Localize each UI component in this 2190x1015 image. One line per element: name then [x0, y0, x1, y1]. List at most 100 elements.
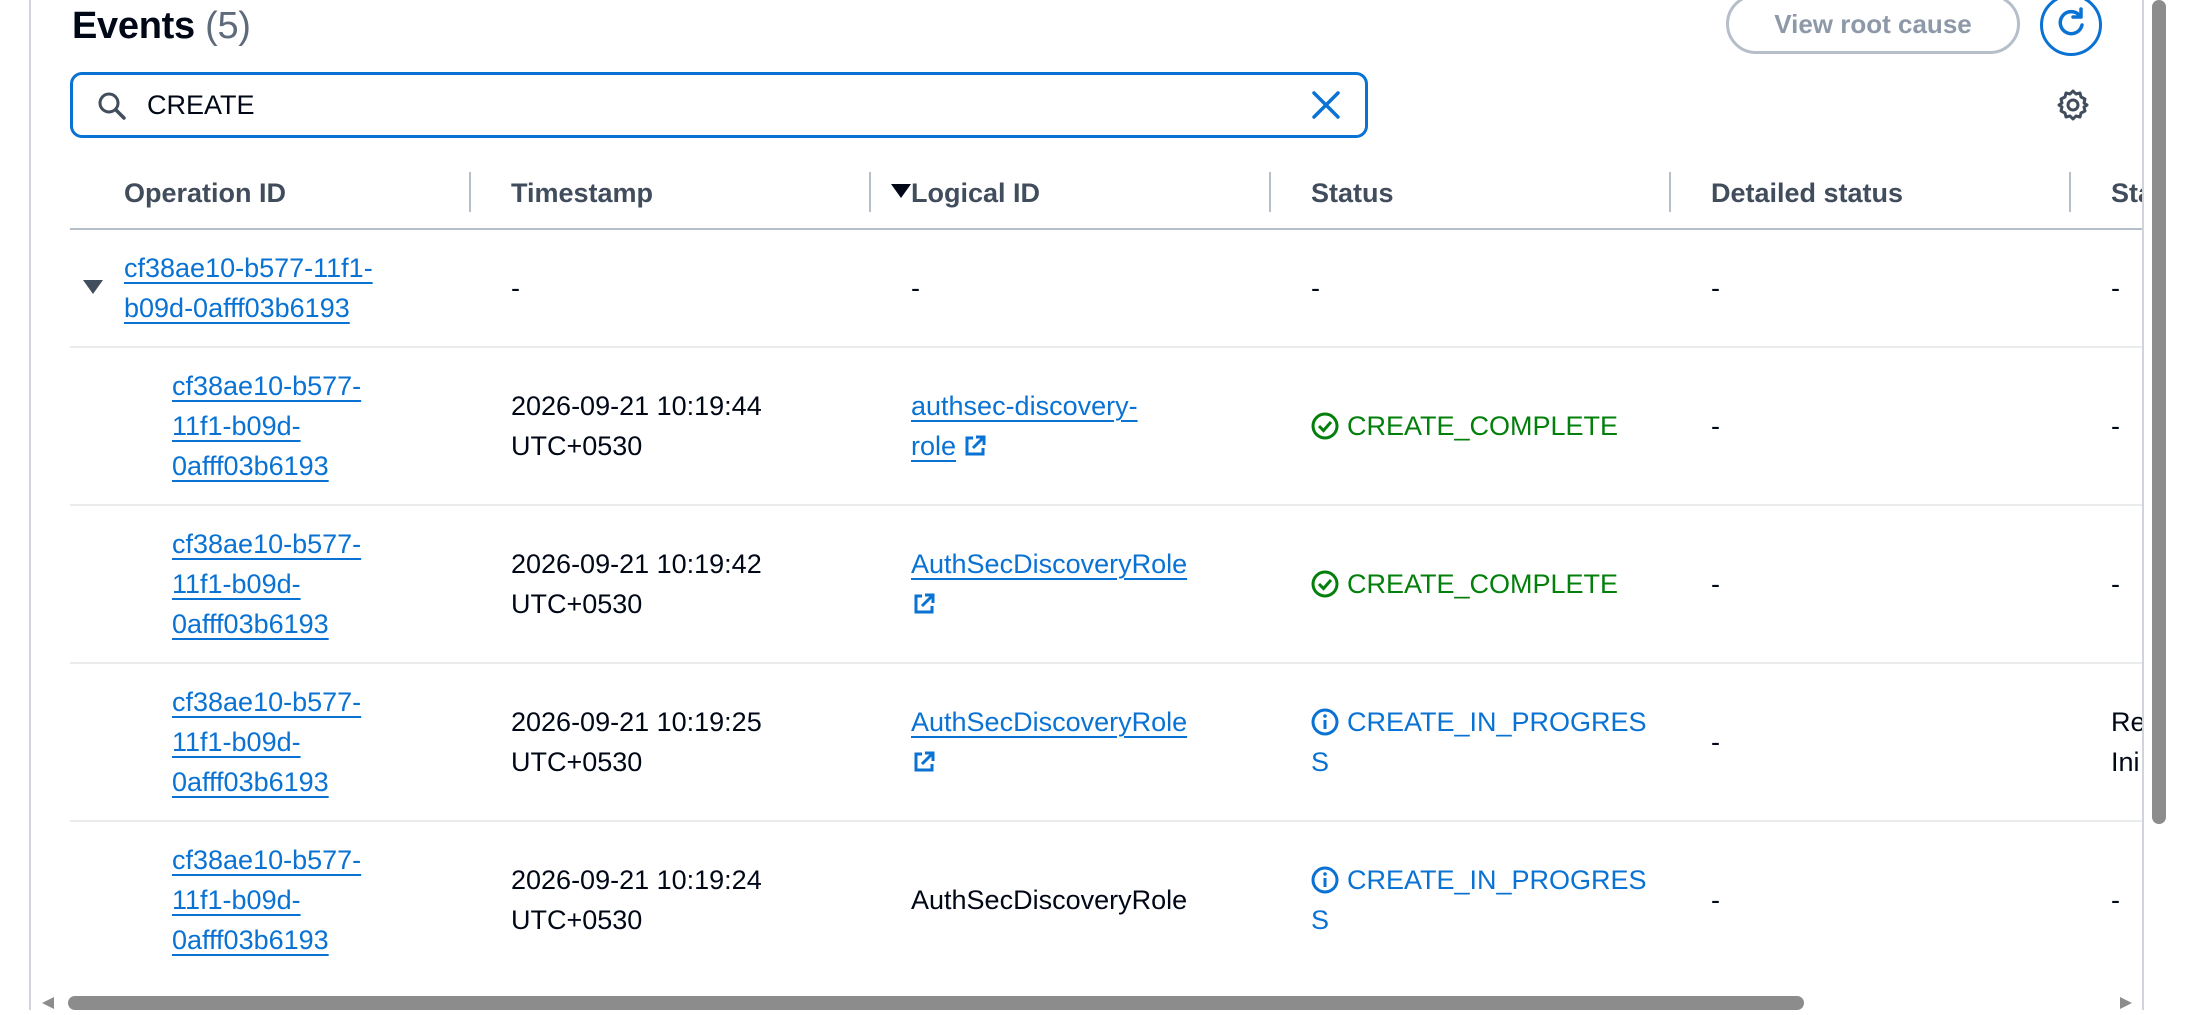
operation-id-link[interactable]: cf38ae10-b577-11f1-b09d-0afff03b6193 — [124, 253, 373, 323]
scroll-right-arrow-icon[interactable] — [2118, 996, 2134, 1015]
status-info-icon — [1311, 702, 1339, 747]
operation-id-link[interactable]: cf38ae10-b577- 11f1-b09d- 0afff03b6193 — [172, 845, 361, 955]
status-reason-cell: - — [2111, 273, 2120, 303]
operation-id-line: 0afff03b6193 — [172, 609, 329, 639]
table-row: cf38ae10-b577- 11f1-b09d- 0afff03b6193 202… — [70, 506, 2142, 664]
logical-id-link[interactable]: AuthSecDiscoveryRole — [911, 549, 1187, 579]
external-link-icon[interactable] — [911, 588, 937, 628]
panel-left-border — [29, 0, 31, 1010]
status-text-line: CREATE_IN_PROGRES — [1347, 865, 1647, 895]
operation-id-link[interactable]: cf38ae10-b577- 11f1-b09d- 0afff03b6193 — [172, 687, 361, 797]
external-link-icon[interactable] — [962, 430, 988, 470]
operation-id-link[interactable]: cf38ae10-b577-11f1-b09d-0afff03b6193 — [172, 529, 361, 639]
detailed-status-cell: - — [1711, 569, 1720, 599]
table-row: cf38ae10-b577- 11f1-b09d- 0afff03b6193 202… — [70, 822, 2142, 978]
timestamp-date: 2026-09-21 10:19:44 — [511, 391, 762, 421]
operation-id-line: cf38ae10-b577- — [172, 687, 362, 717]
operation-id-line: cf38ae10-b577- — [172, 529, 362, 559]
detailed-status-cell: - — [1711, 885, 1720, 915]
column-header-logical-id[interactable]: Logical ID — [911, 176, 1040, 210]
search-value: CREATE — [147, 90, 255, 120]
operation-id-line: cf38ae10-b577- — [172, 845, 362, 875]
search-icon — [95, 89, 129, 128]
caret-down-icon[interactable] — [82, 278, 104, 301]
status-cell: - — [1311, 273, 1320, 303]
column-header-status-reason[interactable]: Sta — [2111, 176, 2142, 210]
operation-id-line: 0afff03b6193 — [172, 767, 329, 797]
status-success-icon — [1311, 406, 1339, 451]
status-cell: CREATE_IN_PROGRES S — [1311, 860, 1647, 940]
refresh-button[interactable] — [2040, 0, 2102, 56]
operation-id-line: 11f1-b09d- — [172, 411, 301, 441]
table-row: cf38ae10-b577- 11f1-b09d- 0afff03b6193 202… — [70, 664, 2142, 822]
status-text-line: CREATE_IN_PROGRES — [1347, 707, 1647, 737]
gear-icon[interactable] — [2056, 88, 2090, 127]
logical-id-line: role — [911, 431, 957, 461]
status-text: CREATE_COMPLETE — [1347, 411, 1619, 441]
timestamp-date: 2026-09-21 10:19:42 — [511, 549, 762, 579]
timestamp-cell: 2026-09-21 10:19:44 UTC+0530 — [511, 386, 762, 466]
operation-id-line: 0afff03b6193 — [172, 451, 329, 481]
column-header-operation-id[interactable]: Operation ID — [124, 176, 286, 210]
table-header: Operation ID Timestamp Logical ID Status… — [70, 160, 2142, 230]
logical-id-line: authsec-discovery- — [911, 391, 1138, 421]
operation-id-line: cf38ae10-b577- — [172, 371, 362, 401]
operation-id-line: 11f1-b09d- — [172, 727, 301, 757]
timestamp-date: 2026-09-21 10:19:25 — [511, 707, 762, 737]
scroll-left-arrow-icon[interactable] — [40, 996, 56, 1015]
status-reason-cell: - — [2111, 411, 2120, 441]
status-reason-cell: Re Ini — [2111, 702, 2142, 782]
timestamp-cell: 2026-09-21 10:19:24 UTC+0530 — [511, 860, 762, 940]
status-reason-cell: - — [2111, 885, 2120, 915]
status-cell: CREATE_COMPLETE — [1311, 564, 1618, 609]
search-input[interactable]: CREATE — [70, 72, 1368, 138]
table-row: cf38ae10-b577-11f1- b09d-0afff03b6193 - -… — [70, 230, 2142, 348]
status-success-icon — [1311, 564, 1339, 609]
operation-id-link[interactable]: cf38ae10-b577- 11f1-b09d- 0afff03b6193 — [172, 371, 361, 481]
timestamp-cell: 2026-09-21 10:19:42 UTC+0530 — [511, 544, 762, 624]
sort-descending-icon[interactable] — [890, 182, 912, 205]
operation-id-line: b09d-0afff03b6193 — [124, 293, 350, 323]
detailed-status-cell: - — [1711, 273, 1720, 303]
horizontal-scrollbar-thumb[interactable] — [68, 996, 1804, 1010]
timestamp-cell: 2026-09-21 10:19:25 UTC+0530 — [511, 702, 762, 782]
status-reason-cell: - — [2111, 569, 2120, 599]
close-icon[interactable] — [1308, 87, 1344, 128]
column-divider[interactable] — [869, 172, 871, 212]
status-text: CREATE_IN_PROGRES S — [1311, 860, 1647, 940]
logical-id-link[interactable]: AuthSecDiscoveryRole — [911, 707, 1187, 737]
view-root-cause-button[interactable]: View root cause — [1726, 0, 2020, 54]
status-reason-line: Ini — [2111, 747, 2140, 777]
column-header-detailed-status[interactable]: Detailed status — [1711, 176, 1903, 210]
column-header-timestamp[interactable]: Timestamp — [511, 176, 653, 210]
vertical-scrollbar-thumb[interactable] — [2152, 0, 2166, 824]
logical-id-link[interactable]: authsec-discovery-role — [911, 391, 1138, 461]
column-divider[interactable] — [1269, 172, 1271, 212]
timestamp-zone: UTC+0530 — [511, 905, 643, 935]
operation-id-line: 11f1-b09d- — [172, 885, 301, 915]
column-divider[interactable] — [1669, 172, 1671, 212]
column-header-status[interactable]: Status — [1311, 176, 1394, 210]
operation-id-line: 0afff03b6193 — [172, 925, 329, 955]
panel-right-border — [2142, 0, 2144, 1010]
status-info-icon — [1311, 860, 1339, 905]
status-cell: CREATE_COMPLETE — [1311, 406, 1618, 451]
column-divider[interactable] — [469, 172, 471, 212]
timestamp-zone: UTC+0530 — [511, 431, 643, 461]
event-count: (5) — [205, 5, 251, 47]
status-text: CREATE_COMPLETE — [1347, 569, 1619, 599]
timestamp-cell: - — [511, 273, 520, 303]
status-cell: CREATE_IN_PROGRES S — [1311, 702, 1647, 782]
timestamp-zone: UTC+0530 — [511, 589, 643, 619]
timestamp-date: 2026-09-21 10:19:24 — [511, 865, 762, 895]
external-link-icon[interactable] — [911, 746, 937, 786]
column-divider[interactable] — [2069, 172, 2071, 212]
table-row: cf38ae10-b577- 11f1-b09d- 0afff03b6193 202… — [70, 348, 2142, 506]
view-root-cause-label: View root cause — [1774, 8, 1972, 39]
timestamp-zone: UTC+0530 — [511, 747, 643, 777]
detailed-status-cell: - — [1711, 727, 1720, 757]
detailed-status-cell: - — [1711, 411, 1720, 441]
logical-id-line: AuthSecDiscoveryRole — [911, 549, 1188, 579]
status-reason-line: Re — [2111, 707, 2142, 737]
status-text-line: S — [1311, 747, 1330, 777]
